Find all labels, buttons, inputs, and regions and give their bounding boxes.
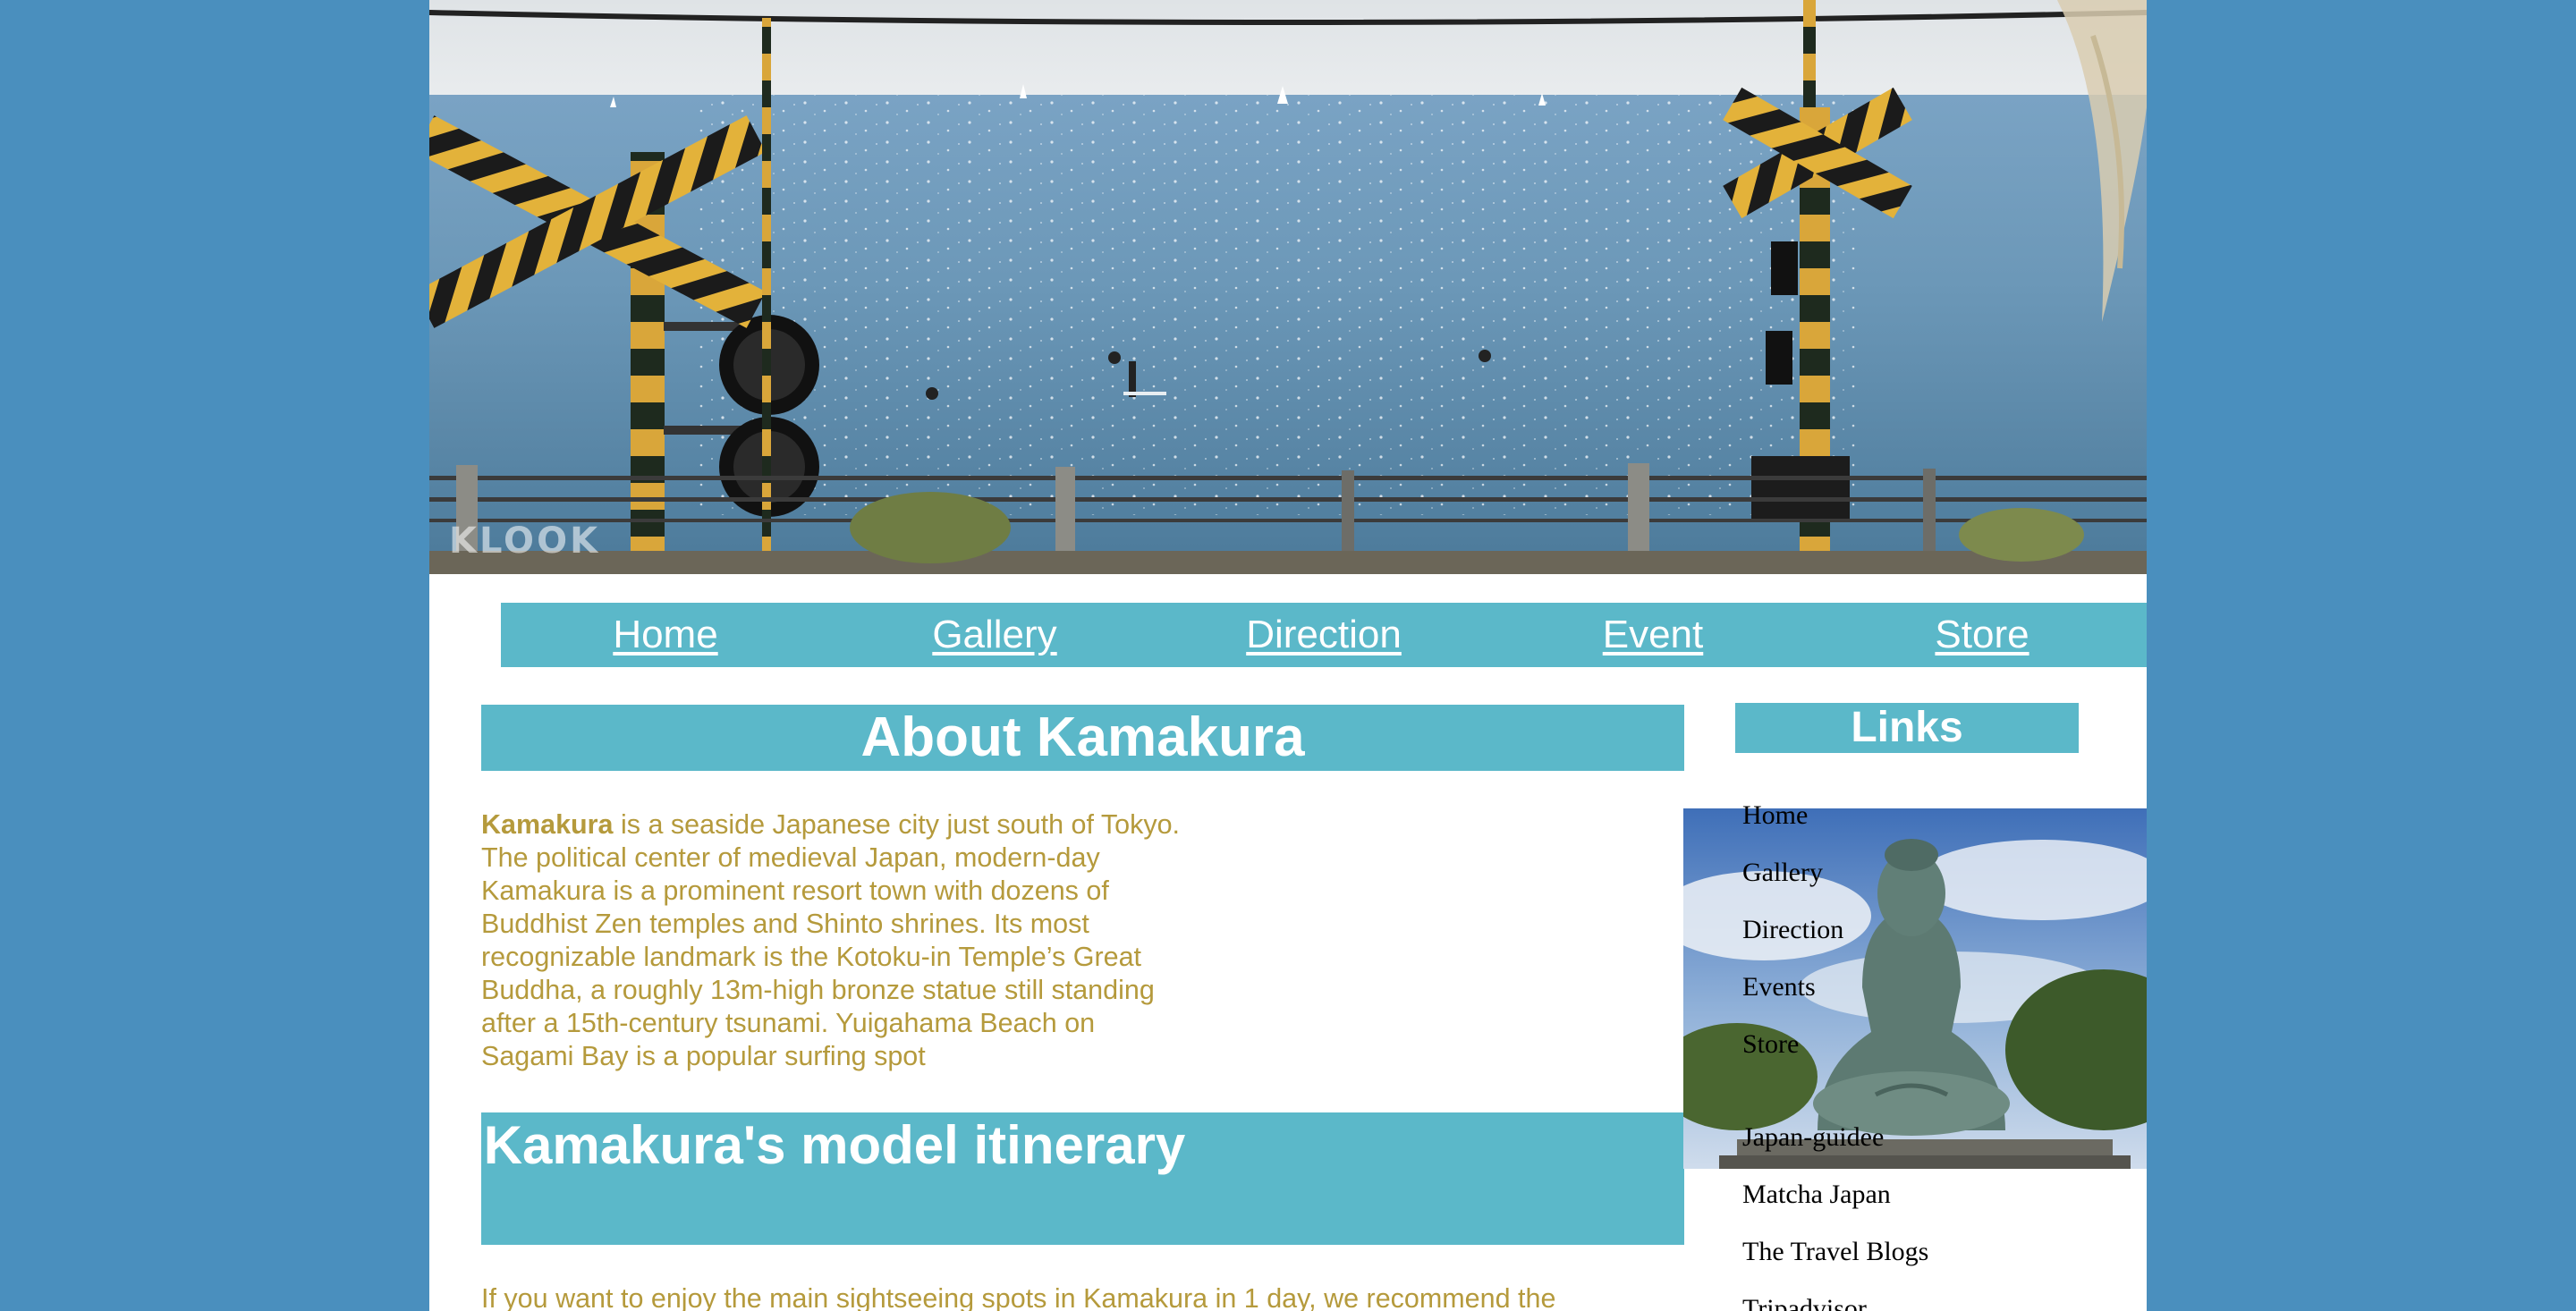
intro-text: is a seaside Japanese city just south of… xyxy=(481,809,1181,1071)
sidebar-link-home[interactable]: Home xyxy=(1742,794,1928,851)
nav-store[interactable]: Store xyxy=(1818,603,2147,667)
nav-direction[interactable]: Direction xyxy=(1159,603,1488,667)
sidebar-link-direction[interactable]: Direction xyxy=(1742,909,1928,966)
sidebar-link-tripadvisor[interactable]: Tripadvisor xyxy=(1742,1288,1928,1311)
sidebar-link-travel-blogs[interactable]: The Travel Blogs xyxy=(1742,1231,1928,1288)
sidebar-link-japan-guidee[interactable]: Japan-guidee xyxy=(1742,1116,1928,1173)
main-content: About Kamakura xyxy=(481,705,1684,771)
hero-banner: KLOOK xyxy=(429,0,2147,574)
hero-image xyxy=(429,0,2147,574)
sidebar-link-matcha-japan[interactable]: Matcha Japan xyxy=(1742,1173,1928,1231)
nav-gallery[interactable]: Gallery xyxy=(830,603,1159,667)
about-heading: About Kamakura xyxy=(481,705,1684,771)
sidebar-link-gallery[interactable]: Gallery xyxy=(1742,851,1928,909)
sidebar-link-events[interactable]: Events xyxy=(1742,966,1928,1023)
sidebar-links: Home Gallery Direction Events Store Japa… xyxy=(1742,794,1928,1311)
hero-watermark: KLOOK xyxy=(449,520,601,562)
nav-home[interactable]: Home xyxy=(501,603,830,667)
main-nav: Home Gallery Direction Event Store xyxy=(501,603,2147,667)
itinerary-heading: Kamakura's model itinerary xyxy=(483,1115,1186,1175)
sidebar-link-store[interactable]: Store xyxy=(1742,1023,1928,1080)
intro-paragraph: Kamakura is a seaside Japanese city just… xyxy=(481,808,1188,1073)
nav-event[interactable]: Event xyxy=(1488,603,1818,667)
itinerary-paragraph: If you want to enjoy the main sightseein… xyxy=(481,1283,1556,1311)
links-heading: Links xyxy=(1735,703,2079,753)
page-container: KLOOK Home Gallery Direction Event Store… xyxy=(429,0,2147,1311)
intro-city-name: Kamakura xyxy=(481,809,614,840)
